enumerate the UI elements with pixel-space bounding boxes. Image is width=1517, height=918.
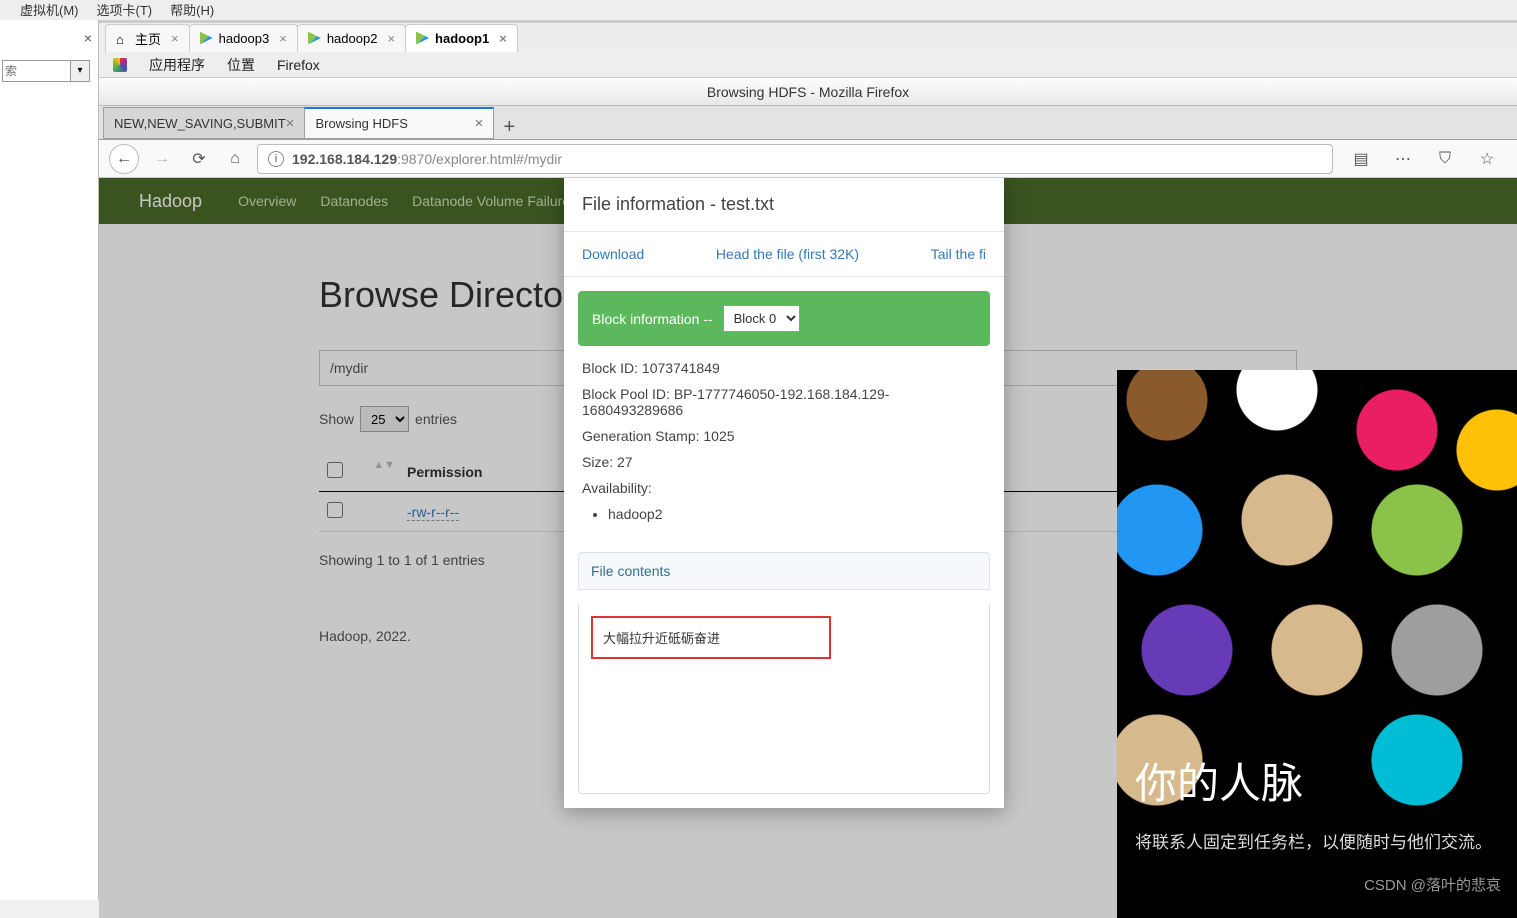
reader-icon[interactable]: ▤ bbox=[1347, 149, 1375, 169]
block-info-bar: Block information -- Block 0 bbox=[578, 291, 990, 346]
download-link[interactable]: Download bbox=[582, 246, 644, 262]
firefox-tab-strip: NEW,NEW_SAVING,SUBMIT × Browsing HDFS × … bbox=[99, 106, 1517, 140]
file-contents-box: 大幅拉升近砥砺奋进 bbox=[578, 604, 990, 794]
pocket-icon[interactable]: ⛉ bbox=[1431, 150, 1459, 168]
close-icon[interactable]: × bbox=[279, 31, 287, 46]
vm-search-dropdown[interactable]: ▾ bbox=[70, 60, 90, 82]
close-icon[interactable]: × bbox=[499, 31, 507, 46]
home-icon: ⌂ bbox=[116, 32, 129, 45]
vm-tab-label: hadoop3 bbox=[219, 31, 270, 46]
vm-left-panel: × ▾ bbox=[0, 20, 99, 900]
generation-stamp: Generation Stamp: 1025 bbox=[582, 428, 986, 444]
block-id: Block ID: 1073741849 bbox=[582, 360, 986, 376]
play-icon bbox=[416, 32, 429, 45]
availability-node: hadoop2 bbox=[608, 506, 986, 522]
menu-vm[interactable]: 虚拟机(M) bbox=[20, 0, 79, 19]
windows-people-popup: 你的人脉 将联系人固定到任务栏，以便随时与他们交流。 开始 bbox=[1117, 370, 1517, 918]
info-icon[interactable]: i bbox=[268, 151, 284, 167]
close-icon[interactable]: × bbox=[475, 115, 484, 132]
firefox-toolbar: ← → ⟳ ⌂ i 192.168.184.129:9870/explorer.… bbox=[99, 140, 1517, 178]
close-icon[interactable]: × bbox=[171, 31, 179, 46]
close-icon[interactable]: × bbox=[84, 30, 92, 46]
tab-label: Browsing HDFS bbox=[315, 116, 407, 131]
close-icon[interactable]: × bbox=[387, 31, 395, 46]
popup-title: 你的人脉 bbox=[1135, 750, 1499, 811]
play-icon bbox=[200, 32, 213, 45]
tab-label: NEW,NEW_SAVING,SUBMIT bbox=[114, 116, 286, 131]
new-tab-button[interactable]: + bbox=[493, 116, 525, 139]
forward-button: → bbox=[147, 144, 177, 174]
watermark: CSDN @落叶的悲哀 bbox=[1364, 874, 1501, 895]
file-info-modal: File information - test.txt Download Hea… bbox=[564, 178, 1004, 808]
highlighted-content: 大幅拉升近砥砺奋进 bbox=[591, 616, 831, 659]
url-bar[interactable]: i 192.168.184.129:9870/explorer.html#/my… bbox=[257, 144, 1333, 174]
block-select[interactable]: Block 0 bbox=[723, 305, 800, 332]
menu-help[interactable]: 帮助(H) bbox=[170, 0, 214, 19]
activities-icon bbox=[113, 58, 127, 72]
vm-tab-label: 主页 bbox=[135, 29, 161, 48]
gnome-applications[interactable]: 应用程序 bbox=[149, 55, 205, 75]
vm-tab-strip: ⌂ 主页 × hadoop3 × hadoop2 × hadoop1 × bbox=[99, 22, 1517, 52]
home-button[interactable]: ⌂ bbox=[221, 150, 249, 168]
page-content: Hadoop Overview Datanodes Datanode Volum… bbox=[99, 178, 1517, 918]
gnome-top-bar: 应用程序 位置 Firefox bbox=[99, 52, 1517, 78]
back-button[interactable]: ← bbox=[109, 144, 139, 174]
block-info-label: Block information -- bbox=[592, 311, 713, 327]
vm-tab-hadoop2[interactable]: hadoop2 × bbox=[297, 24, 406, 52]
firefox-tab[interactable]: Browsing HDFS × bbox=[304, 107, 494, 139]
reload-button[interactable]: ⟳ bbox=[185, 149, 213, 169]
vm-tab-label: hadoop2 bbox=[327, 31, 378, 46]
block-size: Size: 27 bbox=[582, 454, 986, 470]
modal-title: File information - test.txt bbox=[564, 178, 1004, 232]
vm-tab-label: hadoop1 bbox=[435, 31, 489, 46]
head-file-link[interactable]: Head the file (first 32K) bbox=[716, 246, 859, 262]
block-details: Block ID: 1073741849 Block Pool ID: BP-1… bbox=[564, 360, 1004, 538]
availability-label: Availability: bbox=[582, 480, 986, 496]
vm-top-menu: 虚拟机(M) 选项卡(T) 帮助(H) bbox=[0, 0, 1517, 20]
gnome-places[interactable]: 位置 bbox=[227, 55, 255, 75]
vm-tab-home[interactable]: ⌂ 主页 × bbox=[105, 24, 190, 52]
vm-tab-hadoop1[interactable]: hadoop1 × bbox=[405, 24, 518, 52]
file-contents-header: File contents bbox=[578, 552, 990, 590]
gnome-firefox[interactable]: Firefox bbox=[277, 57, 320, 73]
more-icon[interactable]: ⋯ bbox=[1389, 149, 1417, 169]
vm-tab-hadoop3[interactable]: hadoop3 × bbox=[189, 24, 298, 52]
window-title: Browsing HDFS - Mozilla Firefox bbox=[99, 78, 1517, 106]
close-icon[interactable]: × bbox=[286, 115, 295, 132]
bookmark-icon[interactable]: ☆ bbox=[1473, 149, 1501, 169]
play-icon bbox=[308, 32, 321, 45]
block-pool-id: Block Pool ID: BP-1777746050-192.168.184… bbox=[582, 386, 986, 418]
popup-description: 将联系人固定到任务栏，以便随时与他们交流。 bbox=[1135, 829, 1499, 856]
url-host: 192.168.184.129:9870/explorer.html#/mydi… bbox=[292, 151, 562, 167]
tail-file-link[interactable]: Tail the fi bbox=[931, 246, 986, 262]
menu-tabs[interactable]: 选项卡(T) bbox=[97, 0, 153, 19]
firefox-tab[interactable]: NEW,NEW_SAVING,SUBMIT × bbox=[103, 107, 305, 139]
